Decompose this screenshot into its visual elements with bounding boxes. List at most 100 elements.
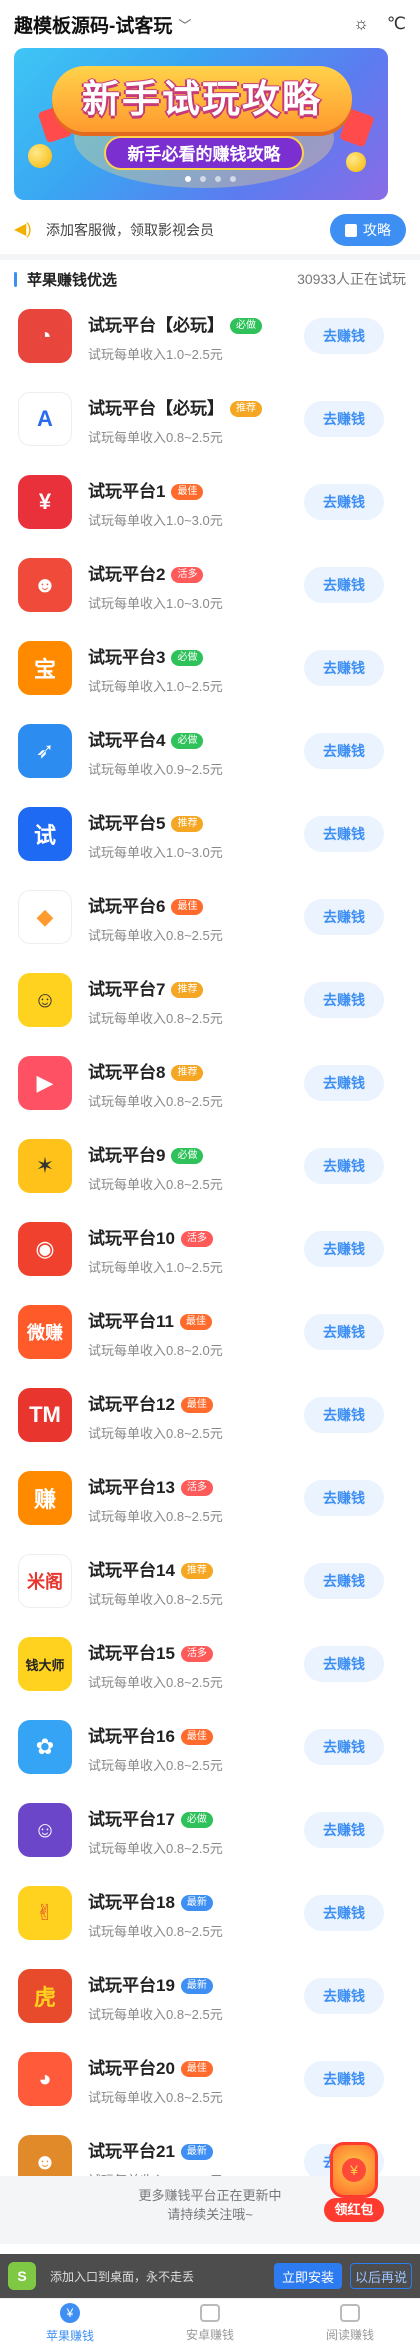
status-badge: 必做 <box>230 318 262 334</box>
yen-icon: ¥ <box>18 475 72 529</box>
earn-button[interactable]: 去赚钱 <box>304 2061 384 2097</box>
app-list-item[interactable]: ☺ 试玩平台7 推荐 试玩每单收入0.8~2.5元 去赚钱 <box>0 958 420 1041</box>
earn-button[interactable]: 去赚钱 <box>304 318 384 354</box>
earn-button[interactable]: 去赚钱 <box>304 1231 384 1267</box>
app-name: 试玩平台4 必做 <box>88 726 204 751</box>
earn-button[interactable]: 去赚钱 <box>304 567 384 603</box>
app-list-item[interactable]: 钱大师 试玩平台15 活多 试玩每单收入0.8~2.5元 去赚钱 <box>0 1622 420 1705</box>
app-list-item[interactable]: ➶ 试玩平台4 必做 试玩每单收入0.9~2.5元 去赚钱 <box>0 709 420 792</box>
app-list-item[interactable]: 宝试玩平台3 必做 试玩每单收入1.0~2.5元 去赚钱 <box>0 626 420 709</box>
guide-button[interactable]: 攻略 <box>330 214 406 246</box>
status-badge: 推荐 <box>180 1563 213 1579</box>
earn-button[interactable]: 去赚钱 <box>304 1895 384 1931</box>
app-list-item[interactable]: ¥ 试玩平台1 最佳 试玩每单收入1.0~3.0元 去赚钱 <box>0 460 420 543</box>
earn-button[interactable]: 去赚钱 <box>304 1646 384 1682</box>
play-diamond-icon: ◆ <box>18 890 72 944</box>
section-header: 苹果赚钱优选 30933人正在试玩 <box>0 264 420 294</box>
carousel-dot[interactable] <box>229 176 236 182</box>
app-name: 试玩平台5 推荐 <box>88 809 204 834</box>
earn-button[interactable]: 去赚钱 <box>304 816 384 852</box>
later-button[interactable]: 以后再说 <box>350 2263 412 2289</box>
app-name-text: 试玩平台3 <box>88 648 166 667</box>
carousel-dot[interactable] <box>199 176 206 182</box>
earn-button[interactable]: 去赚钱 <box>304 733 384 769</box>
banner-headline: 新手试玩攻略 <box>81 79 322 121</box>
section-accent-bar <box>14 271 17 287</box>
app-list-item[interactable]: 微赚 试玩平台11 最佳 试玩每单收入0.8~2.0元 去赚钱 <box>0 1290 420 1373</box>
earn-button[interactable]: 去赚钱 <box>304 1397 384 1433</box>
app-name: 试玩平台15 活多 <box>88 1639 213 1664</box>
earn-button[interactable]: 去赚钱 <box>304 1563 384 1599</box>
app-name-text: 试玩平台14 <box>88 1561 175 1580</box>
app-list-item[interactable]: ✌ 试玩平台18 最新 试玩每单收入0.8~2.5元 去赚钱 <box>0 1871 420 1954</box>
weather-widget[interactable]: ☼ ℃ <box>353 14 406 34</box>
temperature-unit: ℃ <box>386 14 406 33</box>
app-name-text: 试玩平台6 <box>88 897 166 916</box>
status-badge: 推荐 <box>171 816 204 832</box>
earn-button[interactable]: 去赚钱 <box>304 982 384 1018</box>
app-list-item[interactable]: TM 试玩平台12 最佳 试玩每单收入0.8~2.5元 去赚钱 <box>0 1373 420 1456</box>
earn-button[interactable]: 去赚钱 <box>304 650 384 686</box>
carousel-dot[interactable] <box>214 176 221 182</box>
app-name-text: 试玩平台8 <box>88 1063 166 1082</box>
app-name: 试玩平台21 最新 <box>88 2137 213 2162</box>
rocket-icon: ➶ <box>18 724 72 778</box>
earn-button[interactable]: 去赚钱 <box>304 1729 384 1765</box>
app-name-text: 试玩平台4 <box>88 731 166 750</box>
red-packet-label: 领红包 <box>324 2198 384 2222</box>
app-list-item[interactable]: ◆ 试玩平台6 最佳 试玩每单收入0.8~2.5元 去赚钱 <box>0 875 420 958</box>
earn-button[interactable]: 去赚钱 <box>304 1812 384 1848</box>
status-badge: 活多 <box>180 1231 213 1247</box>
app-income: 试玩每单收入0.8~2.5元 <box>88 1924 223 1939</box>
app-name-text: 试玩平台9 <box>88 1146 166 1165</box>
tab-label: 阅读赚钱 <box>325 2328 374 2342</box>
install-now-button[interactable]: 立即安装 <box>274 2263 342 2289</box>
app-list-item[interactable]: ☺ 试玩平台17 必做 试玩每单收入0.8~2.5元 去赚钱 <box>0 1788 420 1871</box>
app-list-item[interactable]: ✿ 试玩平台16 最佳 试玩每单收入0.8~2.5元 去赚钱 <box>0 1705 420 1788</box>
earn-button[interactable]: 去赚钱 <box>304 1314 384 1350</box>
coin-icon <box>346 152 366 172</box>
app-list-item[interactable]: ◔ 试玩平台【必玩】 必做 试玩每单收入1.0~2.5元 去赚钱 <box>0 294 420 377</box>
tab-item[interactable]: 安卓赚钱 <box>140 2299 280 2348</box>
earn-button[interactable]: 去赚钱 <box>304 484 384 520</box>
red-packet-button[interactable]: ¥ 领红包 <box>324 2142 384 2222</box>
face-hat-icon: ☻ <box>18 558 72 612</box>
app-name-text: 试玩平台【必玩】 <box>88 316 224 335</box>
avatar-boy-icon: ☺ <box>18 973 72 1027</box>
status-badge: 活多 <box>180 1480 213 1496</box>
app-name: 试玩平台6 最佳 <box>88 892 204 917</box>
app-list-item[interactable]: A 试玩平台【必玩】 推荐 试玩每单收入0.8~2.5元 去赚钱 <box>0 377 420 460</box>
earn-button[interactable]: 去赚钱 <box>304 1148 384 1184</box>
hand-victory-icon: ✌ <box>18 1886 72 1940</box>
raccoon-icon: ◕ <box>18 2052 72 2106</box>
tm-icon: TM <box>18 1388 72 1442</box>
app-list-item[interactable]: 虎试玩平台19 最新 试玩每单收入0.8~2.5元 去赚钱 <box>0 1954 420 2037</box>
app-income: 试玩每单收入1.0~3.0元 <box>88 845 223 860</box>
tab-item[interactable]: ¥ 苹果赚钱 <box>0 2299 140 2348</box>
app-list-item[interactable]: ◉ 试玩平台10 活多 试玩每单收入1.0~2.5元 去赚钱 <box>0 1207 420 1290</box>
earn-button[interactable]: 去赚钱 <box>304 899 384 935</box>
earn-button[interactable]: 去赚钱 <box>304 401 384 437</box>
tab-item[interactable]: 阅读赚钱 <box>280 2299 420 2348</box>
notice-bar: ◀) 添加客服微，领取影视会员 攻略 <box>0 210 420 250</box>
app-list-item[interactable]: ◕ 试玩平台20 最佳 试玩每单收入0.8~2.5元 去赚钱 <box>0 2037 420 2120</box>
app-name-text: 试玩平台【必玩】 <box>88 399 224 418</box>
app-list-item[interactable]: ✶ 试玩平台9 必做 试玩每单收入0.8~2.5元 去赚钱 <box>0 1124 420 1207</box>
app-name-text: 试玩平台15 <box>88 1644 175 1663</box>
earn-button[interactable]: 去赚钱 <box>304 1978 384 2014</box>
chevron-down-icon[interactable]: ﹀ <box>178 15 191 34</box>
app-name-text: 试玩平台10 <box>88 1229 175 1248</box>
carousel-dot[interactable] <box>184 176 191 182</box>
app-list-item[interactable]: 赚试玩平台13 活多 试玩每单收入0.8~2.5元 去赚钱 <box>0 1456 420 1539</box>
app-list-item[interactable]: 米阁 试玩平台14 推荐 试玩每单收入0.8~2.5元 去赚钱 <box>0 1539 420 1622</box>
app-name-text: 试玩平台5 <box>88 814 166 833</box>
app-list-item[interactable]: ▶ 试玩平台8 推荐 试玩每单收入0.8~2.5元 去赚钱 <box>0 1041 420 1124</box>
earn-button[interactable]: 去赚钱 <box>304 1065 384 1101</box>
app-list-item[interactable]: 试试玩平台5 推荐 试玩每单收入1.0~3.0元 去赚钱 <box>0 792 420 875</box>
app-name: 试玩平台8 推荐 <box>88 1058 204 1083</box>
earn-button[interactable]: 去赚钱 <box>304 1480 384 1516</box>
app-name: 试玩平台11 最佳 <box>88 1307 212 1332</box>
app-income: 试玩每单收入1.0~2.5元 <box>88 1260 223 1275</box>
app-list-item[interactable]: ☻ 试玩平台2 活多 试玩每单收入1.0~3.0元 去赚钱 <box>0 543 420 626</box>
app-income: 试玩每单收入0.8~2.5元 <box>88 1592 223 1607</box>
